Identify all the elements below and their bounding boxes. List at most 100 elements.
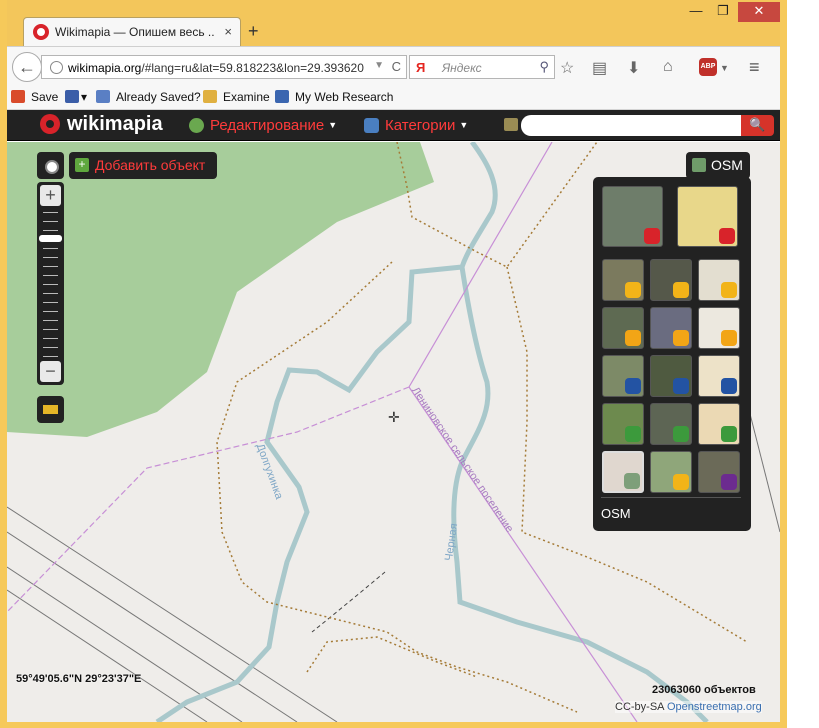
layer-thumb[interactable] xyxy=(602,403,644,445)
examine-icon xyxy=(203,90,217,103)
road-line xyxy=(7,531,298,722)
browser-search-box[interactable]: Я Яндекс ⚲ xyxy=(409,55,555,79)
layer-button-label: OSM xyxy=(711,157,743,173)
zoom-out-button[interactable]: − xyxy=(40,361,61,382)
categories-icon xyxy=(364,118,379,133)
panel-divider xyxy=(601,497,741,498)
provider-badge-icon xyxy=(624,473,640,489)
browser-menu-button[interactable]: ≡ xyxy=(749,57,760,78)
locate-button[interactable] xyxy=(37,152,64,179)
browser-window: Wikimapia — Опишем весь ... × + — ❐ ✕ ← … xyxy=(0,0,787,728)
layer-thumb[interactable] xyxy=(650,355,692,397)
reading-list-icon[interactable]: ▤ xyxy=(592,58,607,78)
menu-categories[interactable]: Категории ▼ xyxy=(364,117,468,134)
add-object-button[interactable]: + Добавить объект xyxy=(69,152,217,179)
globe-icon xyxy=(50,61,63,74)
bookmark-star-icon[interactable]: ☆ xyxy=(560,58,574,78)
layer-thumb[interactable] xyxy=(698,259,740,301)
magnifier-icon xyxy=(96,90,110,103)
zoom-in-button[interactable]: + xyxy=(40,185,61,206)
zoom-tick xyxy=(43,266,58,267)
layer-thumb[interactable] xyxy=(650,403,692,445)
wikimapia-toolbar: wikimapia Редактирование ▼ Категории ▼ 🔍 xyxy=(7,110,780,141)
bookmark-label: My Web Research xyxy=(295,90,394,104)
tab-wikimapia[interactable]: Wikimapia — Опишем весь ... × xyxy=(23,17,241,46)
layer-thumb[interactable] xyxy=(602,307,644,349)
layer-thumb[interactable] xyxy=(650,259,692,301)
close-window-button[interactable]: ✕ xyxy=(738,2,780,22)
provider-badge-icon xyxy=(673,474,689,490)
reload-button[interactable]: C xyxy=(392,59,401,74)
tab-strip: Wikimapia — Опишем весь ... × + — ❐ ✕ xyxy=(7,0,780,46)
layer-thumb[interactable] xyxy=(650,307,692,349)
wikimapia-brand[interactable]: wikimapia xyxy=(67,113,163,136)
bookmark-examine[interactable]: Examine xyxy=(203,90,270,104)
zoom-tick xyxy=(43,212,58,213)
bookmark-label: Already Saved? xyxy=(116,90,201,104)
layer-thumb-wikimapia-hybrid[interactable] xyxy=(602,186,663,247)
wikimapia-logo-icon[interactable] xyxy=(40,114,60,134)
zoom-tick xyxy=(43,311,58,312)
search-placeholder: Яндекс xyxy=(442,61,482,75)
address-bar[interactable]: wikimapia.org/#lang=ru&lat=59.818223&lon… xyxy=(41,55,407,79)
bookmark-label: Save xyxy=(31,90,59,104)
layer-thumb[interactable] xyxy=(602,259,644,301)
url-domain: wikimapia.org xyxy=(68,61,142,75)
minimize-button[interactable]: — xyxy=(685,2,707,22)
zoom-control: + − xyxy=(37,182,64,385)
forest-area xyxy=(7,142,434,437)
wikimapia-search-input[interactable] xyxy=(521,115,745,136)
downloads-icon[interactable]: ⬇ xyxy=(627,58,640,78)
layer-thumb[interactable] xyxy=(698,403,740,445)
url-text[interactable]: wikimapia.org/#lang=ru&lat=59.818223&lon… xyxy=(68,61,368,75)
research-icon xyxy=(275,90,289,103)
bookmark-label: Examine xyxy=(223,90,270,104)
yandex-icon[interactable]: Я xyxy=(416,60,425,75)
add-object-label: Добавить объект xyxy=(95,157,206,173)
road-line xyxy=(746,401,780,533)
map-attribution: CC-by-SA Openstreetmap.org xyxy=(615,701,762,713)
wikimapia-badge-icon xyxy=(644,228,660,244)
bookmark-save[interactable]: Save xyxy=(11,90,58,104)
cursor-coordinates: 59°49'05.6"N 29°23'37"E xyxy=(16,673,142,685)
back-button[interactable]: ← xyxy=(12,52,42,82)
layer-thumb-wikimapia-map[interactable] xyxy=(677,186,738,247)
zoom-tick xyxy=(43,302,58,303)
map-search-icon xyxy=(504,118,518,131)
zoom-slider-handle[interactable] xyxy=(39,235,62,242)
wikimapia-favicon-icon xyxy=(33,24,49,40)
bookmark-already-saved[interactable]: Already Saved? xyxy=(96,90,201,104)
search-icon[interactable]: ⚲ xyxy=(539,59,549,75)
zoom-tick xyxy=(43,257,58,258)
provider-badge-icon xyxy=(673,378,689,394)
home-icon[interactable]: ⌂ xyxy=(663,58,673,76)
layer-thumb[interactable] xyxy=(698,451,740,493)
layer-thumb[interactable] xyxy=(698,355,740,397)
osm-link[interactable]: Openstreetmap.org xyxy=(667,701,762,713)
tab-title: Wikimapia — Опишем весь ... xyxy=(55,25,215,39)
adblock-icon[interactable]: ABP xyxy=(699,58,717,76)
tab-close-button[interactable]: × xyxy=(224,24,232,39)
zoom-tick xyxy=(43,347,58,348)
layer-switch-button[interactable]: OSM xyxy=(686,152,750,179)
adblock-dropdown-icon[interactable]: ▼ xyxy=(720,63,729,73)
map-canvas[interactable]: Долгухинка Черная Лениновское сельское п… xyxy=(7,142,780,722)
bookmark-my-web-research[interactable]: My Web Research xyxy=(275,90,393,104)
menu-categories-label: Категории xyxy=(385,117,456,134)
ruler-tool-button[interactable] xyxy=(37,396,64,423)
layer-thumb[interactable] xyxy=(602,355,644,397)
menu-editing[interactable]: Редактирование ▼ xyxy=(189,117,337,134)
maximize-button[interactable]: ❐ xyxy=(712,2,734,22)
zoom-tick xyxy=(43,248,58,249)
url-dropdown-icon[interactable]: ▼ xyxy=(374,60,384,71)
wikimapia-search-button[interactable]: 🔍 xyxy=(741,115,774,136)
new-tab-button[interactable]: + xyxy=(248,21,259,42)
map-layer-icon xyxy=(692,158,706,172)
chevron-down-icon: ▼ xyxy=(328,120,338,130)
floppy-icon[interactable]: ▾ xyxy=(65,90,87,104)
layer-thumb[interactable] xyxy=(602,451,644,493)
layer-thumb[interactable] xyxy=(650,451,692,493)
zoom-tick xyxy=(43,275,58,276)
layer-thumb[interactable] xyxy=(698,307,740,349)
map-crosshair-icon: ✛ xyxy=(388,409,400,425)
